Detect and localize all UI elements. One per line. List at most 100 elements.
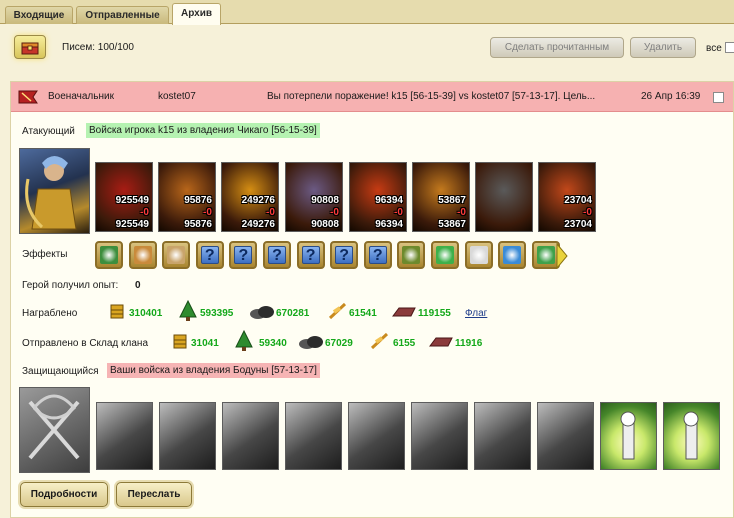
tab-bar: Входящие Отправленные Архив <box>0 0 734 25</box>
clan-stone: 67029 <box>325 338 353 349</box>
question-mark-icon: ? <box>368 246 387 264</box>
attacker-unit-slot[interactable]: 95876 -0 95876 <box>158 162 216 232</box>
question-mark-icon: ? <box>268 246 286 264</box>
heart-effect-button[interactable] <box>464 241 493 269</box>
crossed-weapons-icon <box>28 394 80 460</box>
defender-tower-slot[interactable] <box>663 402 720 470</box>
attacker-unit-slot[interactable]: 249276 -0 249276 <box>221 162 279 232</box>
defender-unit-slot[interactable] <box>222 402 279 470</box>
handshake-effect-button[interactable] <box>128 241 157 269</box>
defender-unit-slot[interactable] <box>159 402 216 470</box>
sword-effect-button[interactable] <box>95 241 123 269</box>
wood-icon <box>235 330 253 351</box>
unit-remaining: 925549 <box>115 219 149 230</box>
defender-label: Защищающийся <box>22 366 99 377</box>
forward-button[interactable]: Переслать <box>116 482 192 507</box>
tab-archive[interactable]: Архив <box>172 3 221 25</box>
unit-losses: -0 <box>330 207 339 218</box>
heart-gift-icon <box>536 246 555 264</box>
attacker-hero-portrait[interactable] <box>19 148 90 234</box>
unknown-effect-button[interactable]: ? <box>296 241 325 269</box>
defender-empty-hero-slot[interactable] <box>19 387 90 473</box>
xp-scroll-button[interactable] <box>397 241 426 269</box>
globe-effect-button[interactable] <box>498 241 527 269</box>
message-checkbox[interactable] <box>713 92 724 103</box>
stone-icon <box>250 306 274 319</box>
archive-folder-button[interactable] <box>14 35 46 59</box>
plunder-label: Награблено <box>22 308 78 319</box>
sender-role: Военачальник <box>48 91 114 102</box>
unit-remaining: 53867 <box>438 219 466 230</box>
attacker-unit-slot[interactable]: 96394 -0 96394 <box>349 162 407 232</box>
attacker-unit-slot[interactable]: 925549 -0 925549 <box>95 162 153 232</box>
attacker-unit-slot[interactable]: 90808 -0 90808 <box>285 162 343 232</box>
battle-flag-icon <box>18 90 38 104</box>
heal-effect-button[interactable] <box>431 241 459 269</box>
attacker-unit-slot[interactable] <box>475 162 533 232</box>
question-mark-icon: ? <box>301 246 320 264</box>
defender-tower-slot[interactable] <box>600 402 657 470</box>
effects-scroll-right-icon[interactable] <box>556 243 568 269</box>
attacker-title: Войска игрока k15 из владения Чикаго [56… <box>86 123 320 138</box>
defender-unit-slot[interactable] <box>474 402 531 470</box>
message-row[interactable]: Военачальник kostet07 Вы потерпели пораж… <box>11 82 733 112</box>
unit-losses: -0 <box>394 207 403 218</box>
unit-losses: -0 <box>203 207 212 218</box>
tab-sent[interactable]: Отправленные <box>76 6 169 24</box>
unit-remaining: 23704 <box>564 219 592 230</box>
grain-icon <box>370 332 389 350</box>
unit-remaining: 249276 <box>241 219 275 230</box>
hero-exp-value: 0 <box>135 280 141 291</box>
hand-effect-icon <box>167 246 186 264</box>
unit-remaining: 95876 <box>184 219 212 230</box>
mark-read-button[interactable]: Сделать прочитанным <box>490 37 624 58</box>
clan-wood: 59340 <box>259 338 287 349</box>
unit-count: 90808 <box>311 195 339 206</box>
select-all-checkbox[interactable] <box>725 42 734 53</box>
effects-label: Эффекты <box>22 249 68 260</box>
plunder-iron: 119155 <box>418 308 451 319</box>
grain-icon <box>328 302 347 320</box>
hero-exp-label: Герой получил опыт: <box>22 280 119 291</box>
select-all-label: все <box>706 43 722 54</box>
unit-losses: -0 <box>140 207 149 218</box>
tab-inbox[interactable]: Входящие <box>5 6 73 24</box>
unit-losses: -0 <box>583 207 592 218</box>
iron-icon <box>429 337 453 347</box>
defender-unit-slot[interactable] <box>96 402 153 470</box>
attacker-label: Атакующий <box>22 126 75 137</box>
hand-effect-button[interactable] <box>162 241 191 269</box>
unit-count: 96394 <box>375 195 403 206</box>
message-subject[interactable]: Вы потерпели поражение! k15 [56-15-39] v… <box>267 91 633 102</box>
flag-link[interactable]: Флаг <box>465 308 487 319</box>
unknown-effect-button[interactable]: ? <box>263 241 291 269</box>
chest-icon <box>21 42 39 55</box>
question-mark-icon: ? <box>335 246 354 264</box>
defender-unit-slot[interactable] <box>537 402 594 470</box>
unknown-effect-button[interactable]: ? <box>229 241 258 269</box>
question-mark-icon: ? <box>200 246 219 264</box>
delete-button[interactable]: Удалить <box>630 37 696 58</box>
unknown-effect-button[interactable]: ? <box>330 241 359 269</box>
defender-unit-slot[interactable] <box>411 402 468 470</box>
details-button[interactable]: Подробности <box>20 482 108 507</box>
unit-count: 23704 <box>564 195 592 206</box>
unknown-effect-button[interactable]: ? <box>363 241 392 269</box>
handshake-effect-icon <box>133 246 152 264</box>
attacker-unit-slot[interactable]: 53867 -0 53867 <box>412 162 470 232</box>
defender-unit-slot[interactable] <box>285 402 342 470</box>
wood-icon <box>179 300 197 321</box>
gold-icon <box>110 304 124 319</box>
unit-count: 53867 <box>438 195 466 206</box>
plunder-wood: 593395 <box>200 308 234 319</box>
defender-unit-slot[interactable] <box>348 402 405 470</box>
unit-count: 925549 <box>115 195 149 206</box>
hero-warrior-icon <box>25 156 77 230</box>
plunder-gold: 310401 <box>129 308 163 319</box>
attacker-unit-slot[interactable]: 23704 -0 23704 <box>538 162 596 232</box>
unit-remaining: 96394 <box>375 219 403 230</box>
plunder-grain: 61541 <box>349 308 377 319</box>
unknown-effect-button[interactable]: ? <box>195 241 224 269</box>
tower-icon <box>620 411 636 460</box>
stone-icon <box>299 336 323 349</box>
